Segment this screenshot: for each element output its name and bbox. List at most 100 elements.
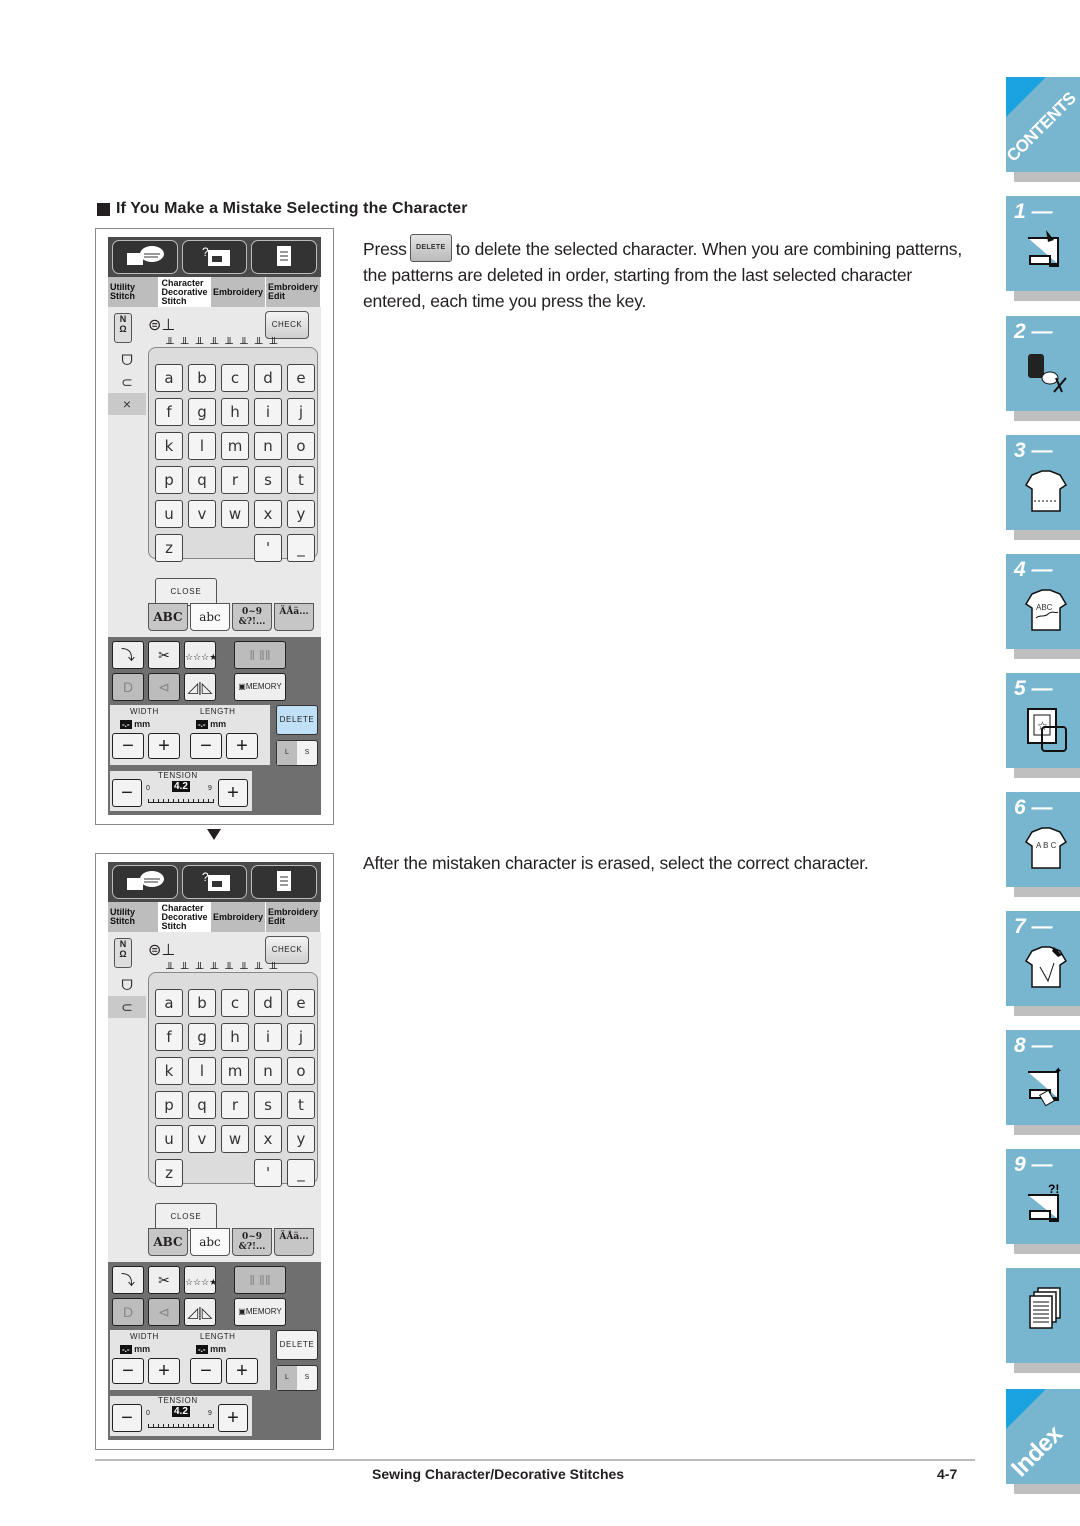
mirror-horizontal-button[interactable]: ⊲: [148, 1298, 180, 1326]
size-ls-button[interactable]: LS: [276, 1365, 318, 1391]
key-j[interactable]: j: [287, 1023, 315, 1051]
thread-cutter-button[interactable]: ✂: [148, 641, 180, 669]
key-s[interactable]: s: [254, 466, 282, 494]
char-tab-1[interactable]: abc: [190, 1228, 230, 1256]
length-minus-button[interactable]: −: [190, 733, 222, 759]
width-minus-button[interactable]: −: [112, 1358, 144, 1384]
settings-button[interactable]: [251, 865, 318, 899]
key-d[interactable]: d: [254, 989, 282, 1017]
key-x[interactable]: x: [254, 1125, 282, 1153]
key-c[interactable]: c: [221, 989, 249, 1017]
chapter-tab-5[interactable]: 5 — ☆: [1006, 673, 1080, 778]
chapter-tab-3[interactable]: 3 —: [1006, 435, 1080, 540]
tab-utility-stitch[interactable]: Utility Stitch: [108, 902, 160, 932]
key-o[interactable]: o: [287, 1057, 315, 1085]
tension-plus-button[interactable]: +: [218, 1404, 248, 1432]
needle-mode-button[interactable]: ǁ ǁǁ: [234, 641, 286, 669]
char-tab-2[interactable]: 0~9 &?!...: [232, 603, 272, 631]
key-e[interactable]: e: [287, 364, 315, 392]
close-button[interactable]: CLOSE: [155, 1203, 217, 1231]
tab-utility-stitch[interactable]: Utility Stitch: [108, 277, 160, 307]
tab-embroidery[interactable]: Embroidery: [211, 902, 266, 932]
contents-tab[interactable]: CONTENTS: [1003, 77, 1080, 182]
check-button[interactable]: CHECK: [265, 311, 309, 339]
index-tab[interactable]: Index: [1006, 1389, 1080, 1494]
chapter-tab-2[interactable]: 2 —: [1006, 316, 1080, 421]
key-z[interactable]: z: [155, 1159, 183, 1187]
tab-character-decorative-stitch[interactable]: Character Decorative Stitch: [159, 902, 211, 932]
key-g[interactable]: g: [188, 398, 216, 426]
key-c[interactable]: c: [221, 364, 249, 392]
size-ls-button[interactable]: LS: [276, 740, 318, 766]
key-a[interactable]: a: [155, 989, 183, 1017]
tab-character-decorative-stitch[interactable]: Character Decorative Stitch: [159, 277, 211, 307]
key-apostrophe[interactable]: ': [254, 534, 282, 562]
length-minus-button[interactable]: −: [190, 1358, 222, 1384]
how-to-use-button[interactable]: [112, 865, 178, 899]
key-t[interactable]: t: [287, 1091, 315, 1119]
key-h[interactable]: h: [221, 1023, 249, 1051]
settings-button[interactable]: [251, 240, 318, 274]
char-tab-0[interactable]: ABC: [148, 1228, 188, 1256]
key-e[interactable]: e: [287, 989, 315, 1017]
tension-plus-button[interactable]: +: [218, 779, 248, 807]
key-space[interactable]: _: [287, 1159, 315, 1187]
side-mode-icon[interactable]: ᗜ: [108, 974, 146, 996]
key-p[interactable]: p: [155, 1091, 183, 1119]
char-tab-2[interactable]: 0~9 &?!...: [232, 1228, 272, 1256]
delete-button[interactable]: DELETE: [276, 1330, 318, 1360]
needle-mode-button[interactable]: ǁ ǁǁ: [234, 1266, 286, 1294]
key-k[interactable]: k: [155, 432, 183, 460]
delete-button[interactable]: DELETE: [276, 705, 318, 735]
width-minus-button[interactable]: −: [112, 733, 144, 759]
key-z[interactable]: z: [155, 534, 183, 562]
side-mode-icon[interactable]: ⊂: [108, 371, 146, 393]
memory-button[interactable]: ▣MEMORY: [234, 673, 286, 701]
char-tab-3[interactable]: ÄÅä...: [274, 1228, 314, 1256]
width-plus-button[interactable]: +: [148, 733, 180, 759]
key-n[interactable]: n: [254, 432, 282, 460]
width-plus-button[interactable]: +: [148, 1358, 180, 1384]
key-w[interactable]: w: [221, 1125, 249, 1153]
reverse-stitch-button[interactable]: ⤵: [112, 1266, 144, 1294]
size-large[interactable]: L: [277, 741, 297, 765]
char-tab-0[interactable]: ABC: [148, 603, 188, 631]
key-n[interactable]: n: [254, 1057, 282, 1085]
key-space[interactable]: _: [287, 534, 315, 562]
key-p[interactable]: p: [155, 466, 183, 494]
tension-minus-button[interactable]: −: [112, 779, 142, 807]
chapter-tab-7[interactable]: 7 —: [1006, 911, 1080, 1016]
chapter-tab-4[interactable]: 4 — ABC: [1006, 554, 1080, 659]
char-tab-3[interactable]: ÄÅä...: [274, 603, 314, 631]
tab-embroidery-edit[interactable]: Embroidery Edit: [266, 277, 321, 307]
chapter-tab-appendix[interactable]: [1006, 1268, 1080, 1373]
length-plus-button[interactable]: +: [226, 1358, 258, 1384]
key-o[interactable]: o: [287, 432, 315, 460]
key-v[interactable]: v: [188, 1125, 216, 1153]
key-f[interactable]: f: [155, 398, 183, 426]
key-i[interactable]: i: [254, 1023, 282, 1051]
how-to-use-button[interactable]: [112, 240, 178, 274]
key-apostrophe[interactable]: ': [254, 1159, 282, 1187]
chapter-tab-6[interactable]: 6 — A B C: [1006, 792, 1080, 897]
help-button[interactable]: ?: [181, 240, 248, 274]
key-y[interactable]: y: [287, 1125, 315, 1153]
key-j[interactable]: j: [287, 398, 315, 426]
thread-cutter-button[interactable]: ✂: [148, 1266, 180, 1294]
mirror-horizontal-button[interactable]: ⊲: [148, 673, 180, 701]
side-mode-icon[interactable]: ᗜ: [108, 349, 146, 371]
size-small[interactable]: S: [297, 1366, 317, 1390]
mirror-vertical-button[interactable]: ◿|◺: [184, 1298, 216, 1326]
help-button[interactable]: ?: [181, 865, 248, 899]
key-d[interactable]: d: [254, 364, 282, 392]
key-l[interactable]: l: [188, 1057, 216, 1085]
chapter-tab-9[interactable]: 9 — ?!: [1006, 1149, 1080, 1254]
key-b[interactable]: b: [188, 364, 216, 392]
key-k[interactable]: k: [155, 1057, 183, 1085]
tab-embroidery-edit[interactable]: Embroidery Edit: [266, 902, 321, 932]
mirror-vertical-button[interactable]: ◿|◺: [184, 673, 216, 701]
tension-minus-button[interactable]: −: [112, 1404, 142, 1432]
key-b[interactable]: b: [188, 989, 216, 1017]
close-button[interactable]: CLOSE: [155, 578, 217, 606]
key-r[interactable]: r: [221, 1091, 249, 1119]
